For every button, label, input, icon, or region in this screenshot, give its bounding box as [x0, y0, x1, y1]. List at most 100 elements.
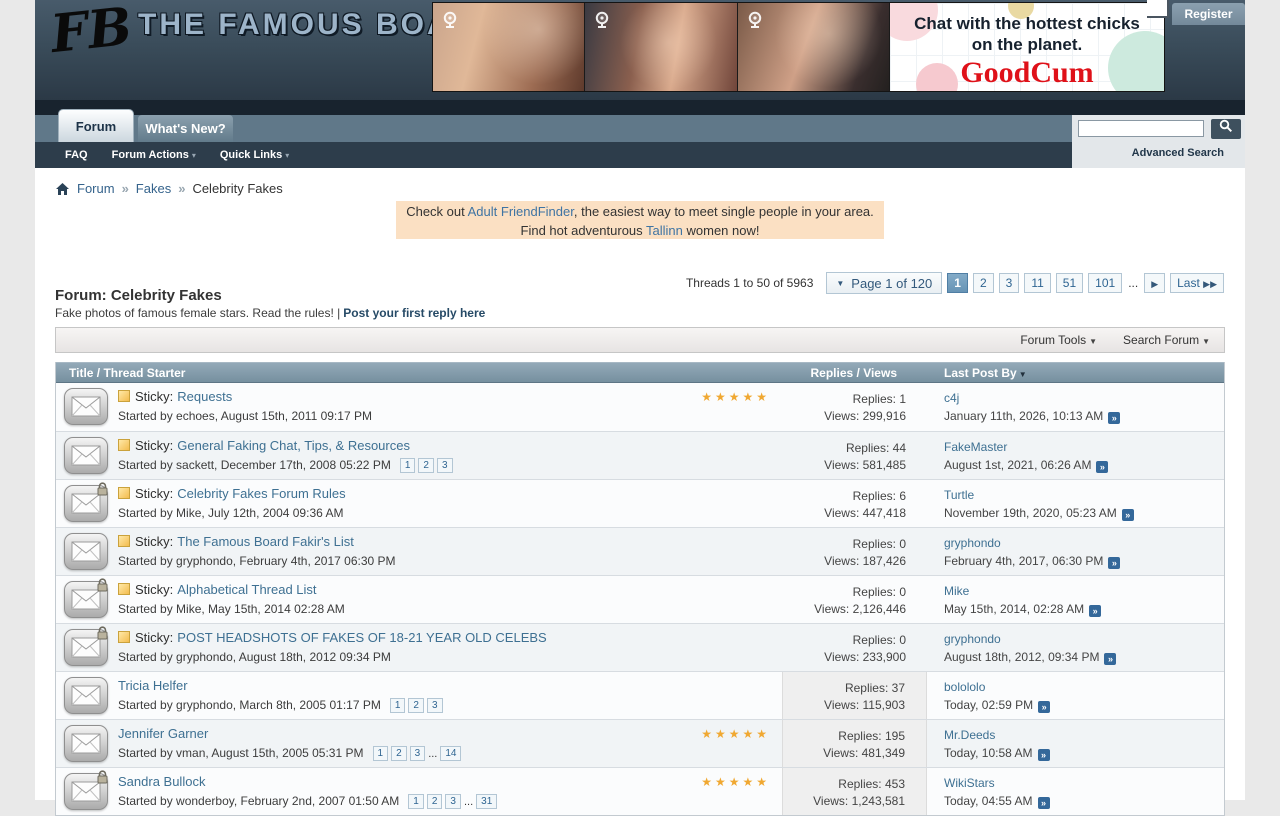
thread-page-link[interactable]: 3 — [437, 458, 453, 473]
thread-page-link[interactable]: 1 — [408, 794, 424, 809]
thread-page-link[interactable]: 31 — [476, 794, 497, 809]
sticky-note-icon — [118, 390, 130, 402]
goto-last-post-icon[interactable]: » — [1038, 749, 1050, 761]
menu-item-quick-links[interactable]: Quick Links▾ — [220, 149, 289, 161]
thread-icon-cell — [56, 383, 118, 431]
thread-page-link[interactable]: 2 — [391, 746, 407, 761]
replies-count: Replies: 0 — [782, 536, 906, 553]
search-input[interactable] — [1078, 120, 1204, 137]
lastpost-user-link[interactable]: c4j — [944, 391, 959, 405]
notice-link-tallinn[interactable]: Tallinn — [646, 223, 683, 238]
goto-last-post-icon[interactable]: » — [1038, 701, 1050, 713]
page-title: Forum: Celebrity Fakes — [55, 287, 222, 304]
ad-photo[interactable] — [585, 3, 738, 91]
menu-item-faq[interactable]: FAQ — [65, 149, 88, 161]
thread-page-link[interactable]: 1 — [390, 698, 406, 713]
thread-page-link[interactable]: 1 — [400, 458, 416, 473]
thread-page-link[interactable]: 3 — [410, 746, 426, 761]
page-selector-dropdown[interactable]: ▼ Page 1 of 120 — [826, 272, 942, 294]
sort-arrow-icon: ▼ — [1019, 370, 1027, 379]
thread-title-cell: Sticky:POST HEADSHOTS OF FAKES OF 18-21 … — [118, 624, 782, 671]
thread-title-link[interactable]: POST HEADSHOTS OF FAKES OF 18-21 YEAR OL… — [177, 630, 546, 645]
lock-icon — [96, 482, 109, 497]
advanced-search-link[interactable]: Advanced Search — [1132, 147, 1224, 159]
goto-last-post-icon[interactable]: » — [1038, 797, 1050, 809]
lastpost-user-link[interactable]: gryphondo — [944, 632, 1001, 646]
tab-forum[interactable]: Forum — [58, 109, 134, 142]
thread-icon-cell — [56, 480, 118, 527]
goto-last-post-icon[interactable]: » — [1108, 557, 1120, 569]
page-button[interactable]: 51 — [1056, 273, 1083, 293]
replies-count: Replies: 453 — [783, 776, 905, 793]
thread-page-link[interactable]: 2 — [418, 458, 434, 473]
search-forum-dropdown[interactable]: Search Forum▼ — [1123, 333, 1210, 347]
first-reply-link[interactable]: Post your first reply here — [343, 306, 485, 320]
lastpost-date: January 11th, 2026, 10:13 AM — [944, 409, 1103, 423]
breadcrumb-link-fakes[interactable]: Fakes — [136, 181, 171, 196]
replies-count: Replies: 44 — [782, 440, 906, 457]
ad-banner[interactable]: Chat with the hottest chicks on the plan… — [432, 2, 1165, 92]
thread-title-link[interactable]: The Famous Board Fakir's List — [177, 534, 354, 549]
rating-stars: ★★★★★ — [701, 390, 770, 404]
last-page-button[interactable]: Last ▶▶ — [1170, 273, 1224, 293]
goto-last-post-icon[interactable]: » — [1108, 412, 1120, 424]
goto-last-post-icon[interactable]: » — [1096, 461, 1108, 473]
tab-whats-new[interactable]: What's New? — [138, 115, 233, 142]
thread-pages-ellipsis: ... — [428, 748, 437, 760]
home-icon[interactable] — [55, 182, 70, 196]
chevron-down-icon: ▼ — [1202, 337, 1210, 346]
column-header-replies[interactable]: Replies / Views — [782, 363, 927, 382]
forum-tools-dropdown[interactable]: Forum Tools▼ — [1020, 333, 1097, 347]
lastpost-date: August 18th, 2012, 09:34 PM — [944, 650, 1099, 664]
column-header-lastpost[interactable]: Last Post By▼ — [927, 363, 1224, 382]
pagination-ellipsis: ... — [1128, 276, 1138, 290]
thread-icon-cell — [56, 720, 118, 767]
breadcrumb-current: Celebrity Fakes — [192, 181, 282, 196]
lastpost-user-link[interactable]: WikiStars — [944, 776, 995, 790]
thread-page-link[interactable]: 1 — [373, 746, 389, 761]
thread-icon-cell — [56, 432, 118, 479]
ad-photo[interactable] — [738, 3, 890, 91]
thread-title-link[interactable]: Sandra Bullock — [118, 774, 205, 789]
thread-replies-cell: Replies: 1 Views: 299,916 — [782, 383, 927, 431]
thread-replies-cell: Replies: 37 Views: 115,903 — [782, 672, 927, 719]
thread-title-link[interactable]: General Faking Chat, Tips, & Resources — [177, 438, 410, 453]
table-row: Tricia Helfer Started by gryphondo, Marc… — [56, 671, 1224, 719]
ad-text-panel[interactable]: Chat with the hottest chicks on the plan… — [890, 3, 1164, 91]
lastpost-user-link[interactable]: Mike — [944, 584, 969, 598]
lastpost-user-link[interactable]: Mr.Deeds — [944, 728, 995, 742]
thread-title-link[interactable]: Alphabetical Thread List — [177, 582, 316, 597]
register-button[interactable]: Register — [1172, 3, 1245, 25]
thread-page-link[interactable]: 3 — [427, 698, 443, 713]
goto-last-post-icon[interactable]: » — [1104, 653, 1116, 665]
goto-last-post-icon[interactable]: » — [1089, 605, 1101, 617]
search-panel: Advanced Search — [1072, 115, 1245, 168]
ad-photo[interactable] — [433, 3, 585, 91]
lastpost-user-link[interactable]: gryphondo — [944, 536, 1001, 550]
page-button[interactable]: 101 — [1088, 273, 1122, 293]
lastpost-user-link[interactable]: bolololo — [944, 680, 985, 694]
lastpost-user-link[interactable]: Turtle — [944, 488, 974, 502]
menu-item-forum-actions[interactable]: Forum Actions▾ — [112, 149, 196, 161]
thread-title-link[interactable]: Tricia Helfer — [118, 678, 188, 693]
page-button[interactable]: 2 — [973, 273, 994, 293]
thread-title-link[interactable]: Celebrity Fakes Forum Rules — [177, 486, 345, 501]
page-button[interactable]: 1 — [947, 273, 968, 293]
forum-toolbar: Forum Tools▼ Search Forum▼ — [55, 327, 1225, 353]
breadcrumb-link-forum[interactable]: Forum — [77, 181, 115, 196]
column-header-title[interactable]: Title / Thread Starter — [56, 363, 782, 382]
thread-page-link[interactable]: 2 — [427, 794, 443, 809]
thread-title-link[interactable]: Jennifer Garner — [118, 726, 208, 741]
next-page-button[interactable]: ▶ — [1144, 273, 1165, 293]
thread-title-link[interactable]: Requests — [177, 389, 232, 404]
page-button[interactable]: 11 — [1024, 273, 1050, 293]
search-button[interactable] — [1211, 119, 1241, 139]
thread-page-link[interactable]: 14 — [440, 746, 461, 761]
rating-stars: ★★★★★ — [701, 775, 770, 789]
thread-page-link[interactable]: 3 — [445, 794, 461, 809]
thread-page-link[interactable]: 2 — [408, 698, 424, 713]
notice-link-adult-friendfinder[interactable]: Adult FriendFinder — [468, 204, 574, 219]
goto-last-post-icon[interactable]: » — [1122, 509, 1134, 521]
lastpost-user-link[interactable]: FakeMaster — [944, 440, 1007, 454]
page-button[interactable]: 3 — [999, 273, 1020, 293]
